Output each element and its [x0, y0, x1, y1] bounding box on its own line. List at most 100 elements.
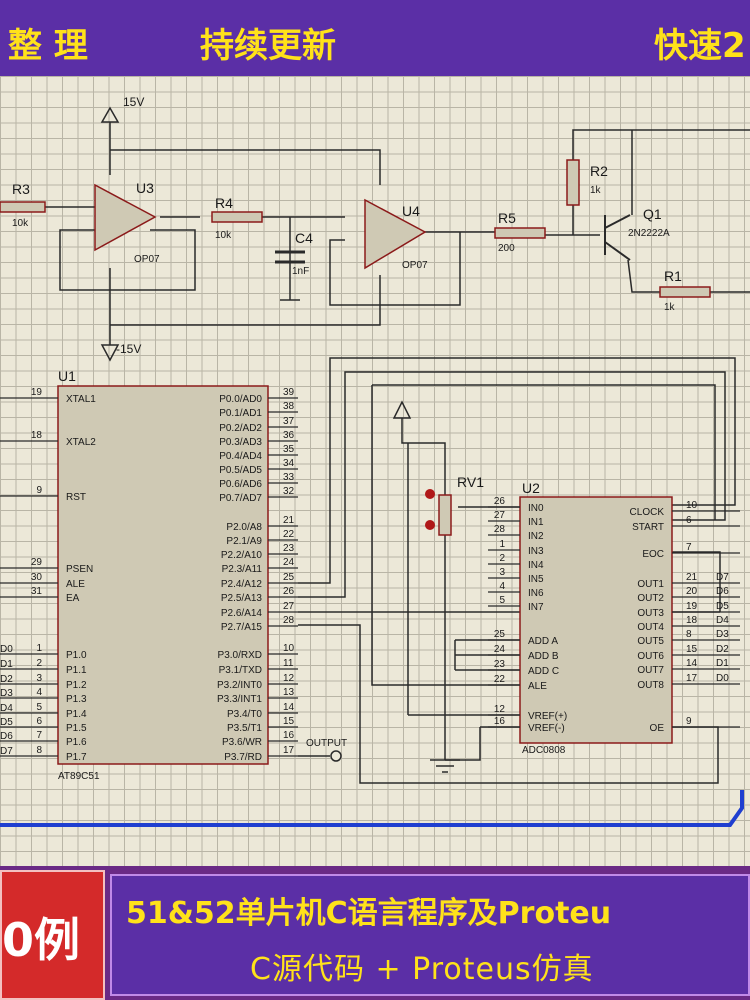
u1-pin-label: P1.1 — [66, 665, 87, 676]
u1-pin-number: 30 — [31, 572, 43, 583]
u1-pin-number: 36 — [283, 430, 295, 441]
u1-pin-label: P0.4/AD4 — [219, 451, 262, 462]
u1-net-label: D4 — [0, 703, 13, 714]
title-line2: C源代码 + Proteus仿真 — [250, 952, 594, 987]
u1-pin-label: P0.0/AD0 — [219, 394, 262, 405]
u2-pin-label: IN7 — [528, 602, 544, 613]
u2-pin-number: 19 — [686, 601, 698, 612]
u1-pin-number: 28 — [283, 615, 295, 626]
u1-pin-number: 29 — [31, 557, 43, 568]
u2-pin-number: 5 — [499, 595, 505, 606]
u2-name: U2 — [522, 480, 540, 496]
r5-name: R5 — [498, 210, 516, 226]
u2-pin-label: CLOCK — [630, 507, 665, 518]
u1-pin-number: 14 — [283, 702, 295, 713]
supply-pos-label: 15V — [123, 95, 144, 109]
u2-pin-label: OUT5 — [637, 636, 664, 647]
u2-pin-label: VREF(-) — [528, 723, 565, 734]
resistor-r1[interactable] — [659, 286, 711, 298]
u1-pin-number: 33 — [283, 472, 295, 483]
u1-pin-number: 2 — [36, 658, 42, 669]
u1-pin-label: P2.5/A13 — [221, 593, 263, 604]
u1-net-label: D0 — [0, 644, 13, 655]
schematic-canvas[interactable]: 15V -15V R3 10k U3 OP07 R4 10k C4 1nF U4… — [0, 76, 750, 866]
u1-net-label: D6 — [0, 731, 13, 742]
c4-name: C4 — [295, 230, 313, 246]
u1-pin-label: P2.6/A14 — [221, 608, 263, 619]
u2-pin-number: 15 — [686, 644, 698, 655]
u1-pin-number: 23 — [283, 543, 295, 554]
u2-net-label: D6 — [716, 586, 729, 597]
u1-pin-number: 37 — [283, 416, 295, 427]
u2-pin-label: OUT4 — [637, 622, 664, 633]
r3-name: R3 — [12, 181, 30, 197]
u3-name: U3 — [136, 180, 154, 196]
u2-pin-label: OUT6 — [637, 651, 664, 662]
u2-net-label: D3 — [716, 629, 729, 640]
r4-name: R4 — [215, 195, 233, 211]
u1-pin-number: 15 — [283, 716, 295, 727]
output-terminal-icon[interactable] — [330, 750, 342, 762]
u2-pin-label: OUT3 — [637, 608, 664, 619]
r5-value: 200 — [498, 243, 515, 254]
u1-pin-number: 9 — [36, 485, 42, 496]
u2-pin-number: 4 — [499, 581, 505, 592]
u2-pin-number: 3 — [499, 567, 505, 578]
u1-pin-label: P3.2/INT0 — [217, 680, 262, 691]
u2-pin-number: 7 — [686, 542, 692, 553]
u1-pin-label: P3.0/RXD — [218, 650, 262, 661]
u1-pin-label: P3.1/TXD — [219, 665, 262, 676]
u2-pin-label: OUT7 — [637, 665, 664, 676]
u1-pin-label: P3.4/T0 — [227, 709, 262, 720]
u1-part: AT89C51 — [58, 771, 100, 782]
u2-pin-number: 17 — [686, 673, 698, 684]
u2-pin-number: 2 — [499, 553, 505, 564]
u1-pin-label: P3.3/INT1 — [217, 694, 262, 705]
u2-net-label: D7 — [716, 572, 729, 583]
u2-pin-label: START — [632, 522, 664, 533]
u2-pin-number: 1 — [499, 539, 505, 550]
u1-pin-label: P0.5/AD5 — [219, 465, 262, 476]
top-banner: 整 理 持续更新 快速2 — [0, 0, 750, 76]
u2-pin-number: 25 — [494, 629, 506, 640]
bus-line — [0, 790, 744, 827]
potentiometer-rv1[interactable] — [438, 494, 452, 536]
resistor-r4[interactable] — [211, 211, 263, 223]
u2-pin-number: 22 — [494, 674, 506, 685]
u2-pin-label: ADD B — [528, 651, 559, 662]
u1-pin-label: P3.6/WR — [222, 737, 262, 748]
r4-value: 10k — [215, 230, 232, 241]
u1-pin-label: P0.1/AD1 — [219, 408, 262, 419]
u1-pin-number: 12 — [283, 673, 295, 684]
u1-pin-label: PSEN — [66, 564, 93, 575]
u1-pin-number: 8 — [36, 745, 42, 756]
u1-pin-label: P0.6/AD6 — [219, 479, 262, 490]
q1-name: Q1 — [643, 206, 662, 222]
u1-pin-label: ALE — [66, 579, 85, 590]
u2-pin-label: IN2 — [528, 531, 544, 542]
title-box: 51&52单片机C语言程序及Proteu C源代码 + Proteus仿真 — [110, 874, 750, 996]
u1-pin-number: 5 — [36, 702, 42, 713]
u1-pin-number: 17 — [283, 745, 295, 756]
u2-pin-label: IN3 — [528, 546, 544, 557]
resistor-r5[interactable] — [494, 227, 546, 239]
u1-pin-label: P1.3 — [66, 694, 87, 705]
count-badge: 0例 — [0, 870, 105, 1000]
u1-pin-number: 11 — [283, 658, 294, 669]
u2-net-label: D0 — [716, 673, 729, 684]
u1-net-label: D2 — [0, 674, 13, 685]
u1-pin-label: P3.7/RD — [224, 752, 262, 763]
u4-part: OP07 — [402, 260, 428, 271]
u1-pin-label: P0.3/AD3 — [219, 437, 262, 448]
u2-pin-number: 8 — [686, 629, 692, 640]
u2-pin-number: 9 — [686, 716, 692, 727]
resistor-r2[interactable] — [566, 159, 580, 206]
u2-pin-label: ALE — [528, 681, 547, 692]
u2-pin-number: 21 — [686, 572, 698, 583]
u1-pin-number: 22 — [283, 529, 295, 540]
u1-pin-label: P2.7/A15 — [221, 622, 263, 633]
u2-pin-label: ADD C — [528, 666, 559, 677]
u2-pin-number: 18 — [686, 615, 698, 626]
resistor-r3[interactable] — [0, 201, 46, 213]
u1-pin-number: 19 — [31, 387, 43, 398]
